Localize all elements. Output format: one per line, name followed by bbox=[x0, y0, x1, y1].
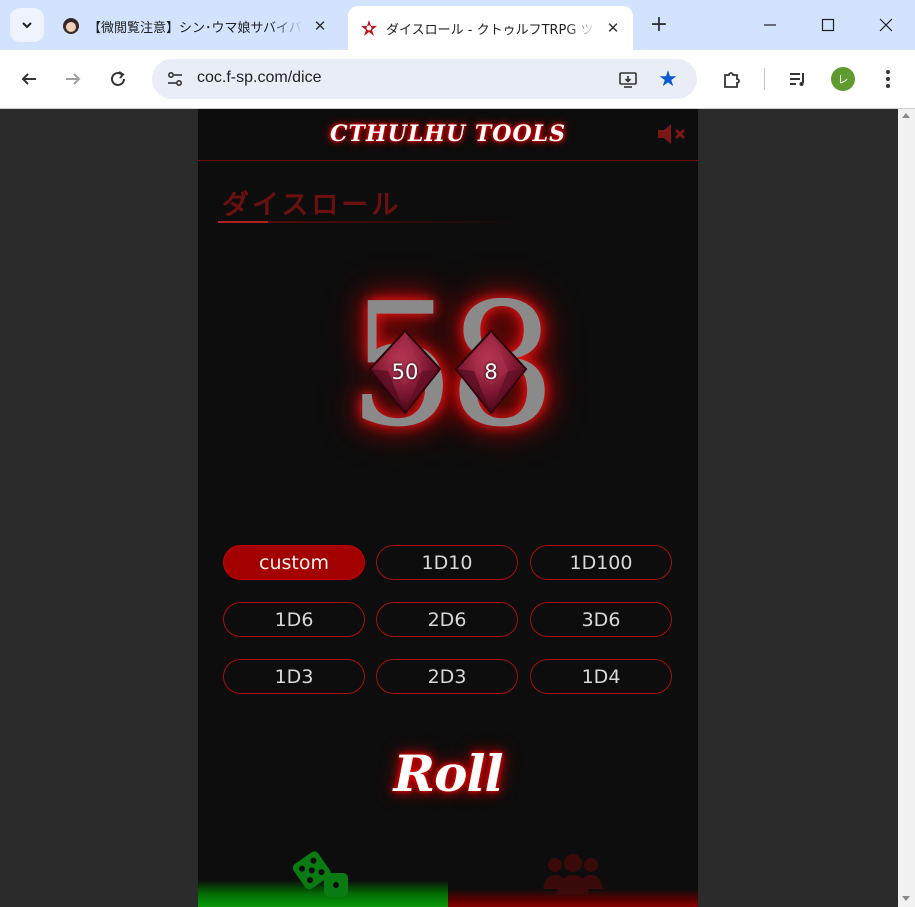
volume-mute-icon[interactable] bbox=[656, 121, 690, 147]
minimize-button[interactable] bbox=[741, 0, 799, 50]
star-favicon-icon bbox=[360, 19, 378, 37]
profile-avatar[interactable]: レ bbox=[831, 67, 855, 91]
close-tab-icon[interactable]: ✕ bbox=[603, 18, 623, 38]
playlist-icon bbox=[790, 73, 804, 86]
site-info-icon[interactable] bbox=[162, 66, 188, 92]
title-underline bbox=[218, 221, 528, 223]
dice-1d10-button[interactable]: 1D10 bbox=[376, 545, 518, 580]
extensions-button[interactable] bbox=[716, 63, 748, 95]
dice-2d3-button[interactable]: 2D3 bbox=[376, 659, 518, 694]
dice-2d6-button[interactable]: 2D6 bbox=[376, 602, 518, 637]
scroll-up-icon[interactable] bbox=[902, 113, 910, 118]
minimize-icon bbox=[764, 24, 776, 26]
tab-search-button[interactable] bbox=[10, 8, 44, 42]
dice-icon bbox=[292, 851, 348, 897]
toolbar-divider bbox=[764, 68, 765, 90]
die-result: 50 bbox=[366, 329, 444, 415]
site-header: CTHULHU TOOLS bbox=[198, 109, 698, 161]
close-window-button[interactable] bbox=[857, 0, 915, 50]
dice-custom-button[interactable]: custom bbox=[223, 545, 365, 580]
dice-1d100-button[interactable]: 1D100 bbox=[530, 545, 672, 580]
maximize-button[interactable] bbox=[799, 0, 857, 50]
tab-title: ダイスロール - クトゥルフTRPG ツール bbox=[386, 22, 597, 38]
chevron-down-icon bbox=[22, 22, 32, 29]
menu-button[interactable] bbox=[872, 63, 904, 95]
address-bar[interactable]: coc.f-sp.com/dice ★ bbox=[152, 59, 697, 99]
reload-icon bbox=[111, 71, 125, 86]
media-controls-button[interactable] bbox=[782, 63, 814, 95]
dice-1d3-button[interactable]: 1D3 bbox=[223, 659, 365, 694]
reload-button[interactable] bbox=[101, 62, 135, 96]
roll-button[interactable]: Roll bbox=[348, 731, 548, 815]
kebab-menu-icon bbox=[886, 70, 890, 88]
site-logo[interactable]: CTHULHU TOOLS bbox=[198, 121, 698, 147]
roll-result: 58 50 8 bbox=[198, 259, 698, 489]
arrow-left-icon bbox=[21, 73, 36, 85]
die-result: 8 bbox=[452, 329, 530, 415]
bottom-nav bbox=[198, 847, 698, 907]
scroll-down-icon[interactable] bbox=[902, 896, 910, 901]
tab-dice-roll[interactable]: ダイスロール - クトゥルフTRPG ツール ✕ bbox=[348, 6, 633, 50]
dice-1d4-button[interactable]: 1D4 bbox=[530, 659, 672, 694]
url-text: coc.f-sp.com/dice bbox=[197, 69, 322, 86]
page-title: ダイスロール bbox=[222, 190, 402, 221]
new-tab-button[interactable]: + bbox=[645, 10, 673, 38]
dice-app: CTHULHU TOOLS ダイスロール 58 50 8 custom 1D10… bbox=[198, 109, 698, 907]
avatar-favicon-icon bbox=[62, 17, 80, 35]
forward-button[interactable] bbox=[56, 62, 90, 96]
dice-3d6-button[interactable]: 3D6 bbox=[530, 602, 672, 637]
page-scrollbar[interactable] bbox=[898, 109, 915, 907]
puzzle-icon bbox=[724, 72, 740, 88]
nav-dice-tab[interactable] bbox=[198, 847, 448, 907]
maximize-icon bbox=[821, 18, 835, 32]
install-app-icon[interactable] bbox=[615, 67, 641, 93]
arrow-right-icon bbox=[66, 73, 81, 85]
close-tab-icon[interactable]: ✕ bbox=[310, 16, 330, 36]
dice-results: 50 8 bbox=[198, 329, 698, 419]
die-value: 50 bbox=[391, 360, 419, 384]
browser-toolbar: coc.f-sp.com/dice ★ レ bbox=[0, 50, 915, 109]
back-button[interactable] bbox=[12, 62, 46, 96]
tab-uma[interactable]: 【微閲覧注意】シン･ウマ娘サバイバル ✕ bbox=[50, 6, 340, 46]
nav-party-tab[interactable] bbox=[448, 847, 698, 907]
tab-strip: 【微閲覧注意】シン･ウマ娘サバイバル ✕ ダイスロール - クトゥルフTRPG … bbox=[0, 0, 915, 50]
close-icon bbox=[879, 18, 893, 32]
die-value: 8 bbox=[484, 360, 498, 384]
users-icon bbox=[543, 854, 603, 895]
page-viewport: CTHULHU TOOLS ダイスロール 58 50 8 custom 1D10… bbox=[0, 109, 898, 907]
dice-1d6-button[interactable]: 1D6 bbox=[223, 602, 365, 637]
bookmark-star-icon[interactable]: ★ bbox=[655, 66, 681, 92]
tab-title: 【微閲覧注意】シン･ウマ娘サバイバル bbox=[88, 20, 304, 36]
